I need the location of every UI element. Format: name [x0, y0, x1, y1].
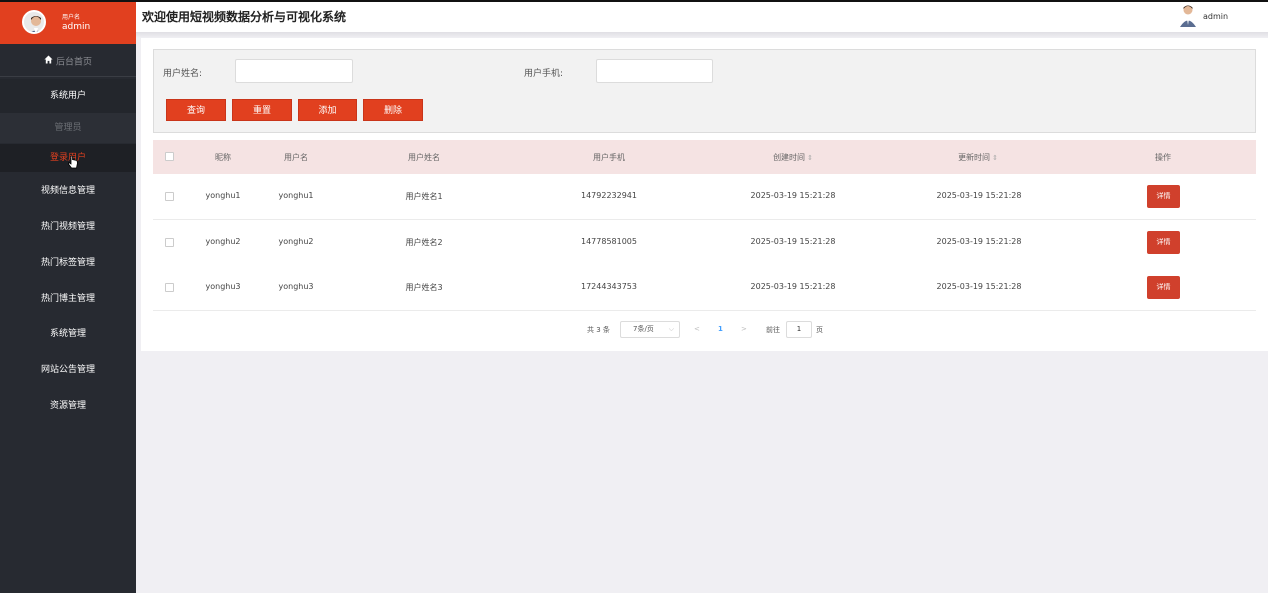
column-username: 用户名 [284, 153, 308, 162]
sidebar-item-system[interactable]: 系统管理 [0, 316, 136, 352]
goto-label: 前往 [766, 326, 780, 334]
column-created[interactable]: 创建时间 ⇕ [773, 152, 813, 163]
table-row: yonghu3 yonghu3 用户姓名3 17244343753 2025-0… [153, 265, 1256, 311]
row-checkbox[interactable] [165, 192, 174, 201]
cell-created: 2025-03-19 15:21:28 [750, 237, 836, 246]
cell-username: yonghu3 [278, 282, 314, 291]
header-avatar[interactable] [1179, 3, 1197, 27]
cell-nickname: yonghu1 [205, 191, 241, 200]
cell-updated: 2025-03-19 15:21:28 [936, 282, 1022, 291]
cell-username: yonghu2 [278, 237, 314, 246]
cell-nickname: yonghu2 [205, 237, 241, 246]
table-header: 昵称 用户名 用户姓名 用户手机 创建时间 ⇕ 更新时间 ⇕ 操作 [153, 140, 1256, 174]
row-checkbox[interactable] [165, 238, 174, 247]
pagination-total: 共 3 条 [587, 326, 610, 334]
top-bar: 欢迎使用短视频数据分析与可视化系统 admin [136, 0, 1268, 34]
sidebar-item-hot-video[interactable]: 热门视频管理 [0, 209, 136, 245]
page-title: 欢迎使用短视频数据分析与可视化系统 [142, 10, 347, 24]
row-checkbox[interactable] [165, 283, 174, 292]
phone-label: 用户手机: [524, 69, 564, 79]
page-size-value: 7条/页 [633, 325, 654, 333]
header-username[interactable]: admin [1203, 12, 1228, 21]
sidebar-item-home-label: 后台首页 [55, 57, 92, 68]
sidebar-item-system-user[interactable]: 系统用户 [0, 79, 136, 113]
sort-icon[interactable]: ⇕ [807, 154, 813, 162]
cell-phone: 14778581005 [581, 237, 637, 246]
sidebar-item-home[interactable]: 后台首页 [0, 47, 136, 77]
query-button[interactable]: 查询 [166, 99, 226, 121]
page-size-select[interactable]: 7条/页 ⌵ [620, 321, 680, 338]
page-unit-label: 页 [816, 326, 823, 334]
cell-realname: 用户姓名1 [405, 192, 443, 201]
column-nickname: 昵称 [215, 153, 231, 162]
cell-nickname: yonghu3 [205, 282, 241, 291]
cell-updated: 2025-03-19 15:21:28 [936, 191, 1022, 200]
home-icon [44, 47, 53, 77]
reset-button[interactable]: 重置 [232, 99, 292, 121]
prev-page-button[interactable]: < [694, 325, 700, 333]
cell-username: yonghu1 [278, 191, 314, 200]
phone-input[interactable] [596, 59, 713, 83]
column-realname: 用户姓名 [408, 153, 440, 162]
column-updated[interactable]: 更新时间 ⇕ [958, 152, 998, 163]
column-action: 操作 [1155, 153, 1171, 162]
detail-button[interactable]: 详情 [1147, 231, 1180, 254]
sidebar-user-header: 用户名 admin [0, 0, 136, 44]
cell-created: 2025-03-19 15:21:28 [750, 282, 836, 291]
user-name: admin [62, 22, 91, 32]
detail-button[interactable]: 详情 [1147, 185, 1180, 208]
name-input[interactable] [235, 59, 353, 83]
sidebar-item-announcement[interactable]: 网站公告管理 [0, 352, 136, 388]
table-row: yonghu2 yonghu2 用户姓名2 14778581005 2025-0… [153, 220, 1256, 266]
detail-button[interactable]: 详情 [1147, 276, 1180, 299]
column-created-label: 创建时间 [773, 153, 806, 162]
cell-realname: 用户姓名2 [405, 238, 443, 247]
goto-page-input[interactable]: 1 [786, 321, 812, 338]
select-all-checkbox[interactable] [165, 152, 174, 161]
sidebar-item-hot-tag[interactable]: 热门标签管理 [0, 245, 136, 281]
cell-phone: 17244343753 [581, 282, 637, 291]
user-label: 用户名 [62, 14, 81, 21]
sidebar-item-resource[interactable]: 资源管理 [0, 388, 136, 424]
mouse-pointer-icon [68, 155, 78, 169]
next-page-button[interactable]: > [741, 325, 747, 333]
sidebar: 用户名 admin 后台首页 系统用户 管理员 登录用户 视频信息管理 热门视频… [0, 0, 136, 593]
table-row: yonghu1 yonghu1 用户姓名1 14792232941 2025-0… [153, 174, 1256, 220]
page-1-button[interactable]: 1 [718, 325, 723, 333]
column-phone: 用户手机 [593, 153, 625, 162]
name-label: 用户姓名: [163, 69, 203, 79]
column-updated-label: 更新时间 [958, 153, 991, 162]
add-button[interactable]: 添加 [298, 99, 357, 121]
cell-updated: 2025-03-19 15:21:28 [936, 237, 1022, 246]
user-avatar[interactable] [22, 10, 46, 34]
sidebar-item-admin[interactable]: 管理员 [0, 113, 136, 143]
sidebar-item-hot-blogger[interactable]: 热门博主管理 [0, 281, 136, 317]
delete-button[interactable]: 删除 [363, 99, 423, 121]
cell-created: 2025-03-19 15:21:28 [750, 191, 836, 200]
sort-icon[interactable]: ⇕ [992, 154, 998, 162]
cell-realname: 用户姓名3 [405, 283, 443, 292]
cell-phone: 14792232941 [581, 191, 637, 200]
chevron-down-icon: ⌵ [668, 325, 674, 333]
sidebar-item-video-info[interactable]: 视频信息管理 [0, 173, 136, 209]
